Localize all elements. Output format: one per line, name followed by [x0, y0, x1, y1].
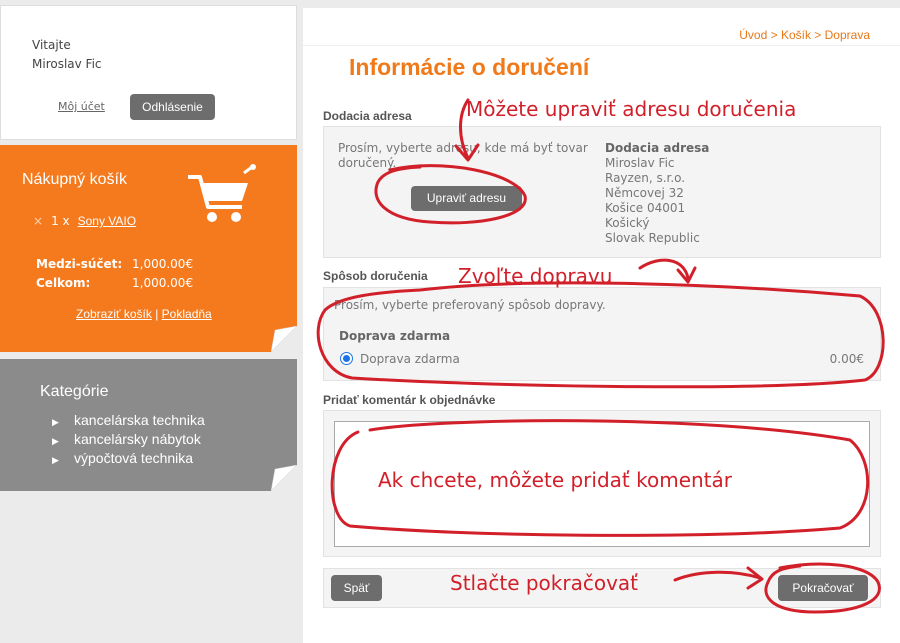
address-heading: Dodacia adresa: [605, 141, 710, 155]
continue-button[interactable]: Pokračovať: [778, 575, 868, 601]
delivery-address-box: Prosím, vyberte adresu, kde má byť tovar…: [323, 126, 881, 258]
shipping-prompt: Prosím, vyberte preferovaný spôsob dopra…: [334, 298, 606, 312]
shipping-price: 0.00€: [829, 352, 864, 366]
comment-textarea[interactable]: [334, 421, 870, 547]
cart-item-link[interactable]: Sony VAIO: [78, 214, 136, 228]
categories-panel: Kategórie ▶ kancelárska technika ▶ kancelá…: [0, 359, 297, 491]
bullet-icon: ▶: [52, 455, 59, 465]
address-line: Miroslav Fic: [605, 156, 675, 170]
welcome-panel: Vitajte Miroslav Fic Môj účet Odhlásenie: [0, 5, 297, 140]
category-item[interactable]: ▶ kancelárska technika: [52, 412, 205, 431]
navigation-bar: Späť Pokračovať: [323, 568, 881, 608]
remove-item-icon[interactable]: ×: [33, 214, 43, 228]
category-list: ▶ kancelárska technika ▶ kancelársky nábyt…: [52, 412, 205, 469]
page-curl-icon: [271, 465, 297, 491]
cart-totals: Medzi-súčet: 1,000.00€ Celkom: 1,000.00€: [36, 255, 193, 293]
address-line: Němcovej 32: [605, 186, 684, 200]
total-label: Celkom:: [36, 276, 91, 290]
cart-item-qty: 1 x: [51, 214, 70, 228]
address-line: Rayzen, s.r.o.: [605, 171, 686, 185]
category-item[interactable]: ▶ výpočtová technika: [52, 450, 205, 469]
comment-box: [323, 410, 881, 557]
shipping-group-title: Doprava zdarma: [339, 329, 451, 343]
subtotal-value: 1,000.00€: [132, 257, 194, 271]
edit-address-button[interactable]: Upraviť adresu: [411, 186, 522, 211]
shopping-cart-icon: [188, 164, 256, 222]
back-button[interactable]: Späť: [331, 575, 382, 601]
cart-links: Zobraziť košík | Pokladňa: [76, 307, 212, 321]
shipping-method-box: Prosím, vyberte preferovaný spôsob dopra…: [323, 287, 881, 381]
cart-item: × 1 x Sony VAIO: [33, 214, 136, 228]
categories-title: Kategórie: [40, 383, 109, 400]
logout-button[interactable]: Odhlásenie: [130, 94, 215, 120]
cart-title: Nákupný košík: [22, 171, 127, 188]
shipping-radio[interactable]: [340, 352, 353, 365]
shipping-method-title: Spôsob doručenia: [323, 269, 428, 283]
user-name: Miroslav Fic: [32, 57, 102, 71]
my-account-link[interactable]: Môj účet: [58, 100, 105, 113]
bullet-icon: ▶: [52, 436, 59, 446]
welcome-greeting: Vitajte Miroslav Fic: [32, 36, 102, 74]
total-value: 1,000.00€: [132, 276, 194, 290]
page-curl-icon: [271, 326, 297, 352]
address-line: Košice 04001: [605, 201, 686, 215]
divider: [303, 45, 900, 46]
bullet-icon: ▶: [52, 417, 59, 427]
comment-title: Pridať komentár k objednávke: [323, 393, 496, 407]
page-title: Informácie o doručení: [349, 54, 590, 80]
address-line: Košický: [605, 216, 650, 230]
link-separator: |: [155, 307, 159, 321]
shipping-method-label[interactable]: Doprava zdarma: [360, 352, 460, 366]
checkout-link[interactable]: Pokladňa: [162, 307, 212, 321]
main-content: Úvod > Košík > Doprava Informácie o doru…: [303, 8, 900, 643]
breadcrumb[interactable]: Úvod > Košík > Doprava: [739, 28, 870, 42]
greeting-text: Vitajte: [32, 38, 71, 52]
delivery-address-title: Dodacia adresa: [323, 109, 412, 123]
address-prompt: Prosím, vyberte adresu, kde má byť tovar…: [338, 141, 588, 170]
address-line: Slovak Republic: [605, 231, 700, 245]
subtotal-label: Medzi-súčet:: [36, 257, 123, 271]
view-cart-link[interactable]: Zobraziť košík: [76, 307, 152, 321]
delivery-address: Dodacia adresa Miroslav Fic Rayzen, s.r.…: [605, 141, 709, 246]
cart-panel: Nákupný košík × 1 x Sony VAIO Medzi-súčet:…: [0, 145, 297, 352]
category-item[interactable]: ▶ kancelársky nábytok: [52, 431, 205, 450]
